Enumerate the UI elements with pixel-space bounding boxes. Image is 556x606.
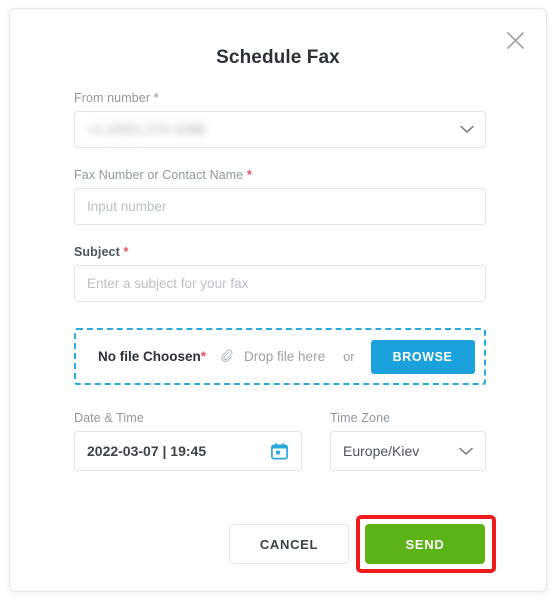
chevron-down-icon (459, 443, 473, 459)
from-number-select[interactable]: +1 (000) 274-1088 (74, 111, 486, 148)
cancel-button[interactable]: CANCEL (229, 524, 349, 564)
modal-footer: CANCEL SEND (10, 515, 548, 580)
send-button[interactable]: SEND (365, 524, 485, 564)
from-number-value-row: +1 (000) 274-1088 (87, 112, 473, 147)
date-time-label: Date & Time (74, 411, 144, 425)
schedule-fax-form: From number * +1 (000) 274-1088 Fax Numb… (74, 91, 486, 471)
field-date-time: Date & Time 2022-03-07 | 19:45 (74, 411, 302, 471)
datetime-row: Date & Time 2022-03-07 | 19:45 Time Zone… (74, 411, 486, 471)
field-time-zone: Time Zone Europe/Kiev (330, 411, 486, 471)
subject-label-text: Subject (74, 245, 120, 259)
time-zone-value: Europe/Kiev (343, 443, 420, 459)
page-title: Schedule Fax (216, 47, 340, 68)
from-number-value: +1 (000) 274-1088 (87, 122, 206, 137)
time-zone-label: Time Zone (330, 411, 391, 425)
calendar-icon[interactable] (270, 442, 289, 461)
required-marker: * (200, 349, 207, 364)
drop-file-text: Drop file here (244, 349, 326, 364)
schedule-fax-modal: Schedule Fax From number * +1 (000) 274-… (9, 8, 547, 592)
date-time-value: 2022-03-07 | 19:45 (87, 443, 207, 459)
file-dropzone[interactable]: No file Choosen* Drop file here or BROWS… (74, 328, 486, 385)
required-marker: * (246, 168, 252, 182)
fax-number-input[interactable] (74, 188, 486, 225)
no-file-chosen-label: No file Choosen* (98, 349, 206, 364)
field-subject: Subject * (74, 245, 486, 302)
date-time-input[interactable]: 2022-03-07 | 19:45 (74, 431, 302, 471)
from-number-label: From number * (74, 91, 486, 105)
fax-number-label: Fax Number or Contact Name * (74, 168, 486, 182)
required-marker: * (123, 245, 129, 259)
or-text: or (343, 349, 355, 364)
field-fax-number: Fax Number or Contact Name * (74, 168, 486, 225)
browse-button[interactable]: BROWSE (370, 339, 475, 374)
fax-number-label-text: Fax Number or Contact Name (74, 168, 244, 182)
no-file-chosen-text: No file Choosen (98, 349, 201, 364)
required-marker: * (153, 91, 159, 105)
time-zone-select[interactable]: Europe/Kiev (330, 431, 486, 471)
paperclip-icon (220, 348, 236, 365)
from-number-select-box[interactable]: +1 (000) 274-1088 (74, 111, 486, 148)
field-from-number: From number * +1 (000) 274-1088 (74, 91, 486, 148)
from-number-label-text: From number (74, 91, 151, 105)
subject-label: Subject * (74, 245, 486, 259)
subject-input[interactable] (74, 265, 486, 302)
